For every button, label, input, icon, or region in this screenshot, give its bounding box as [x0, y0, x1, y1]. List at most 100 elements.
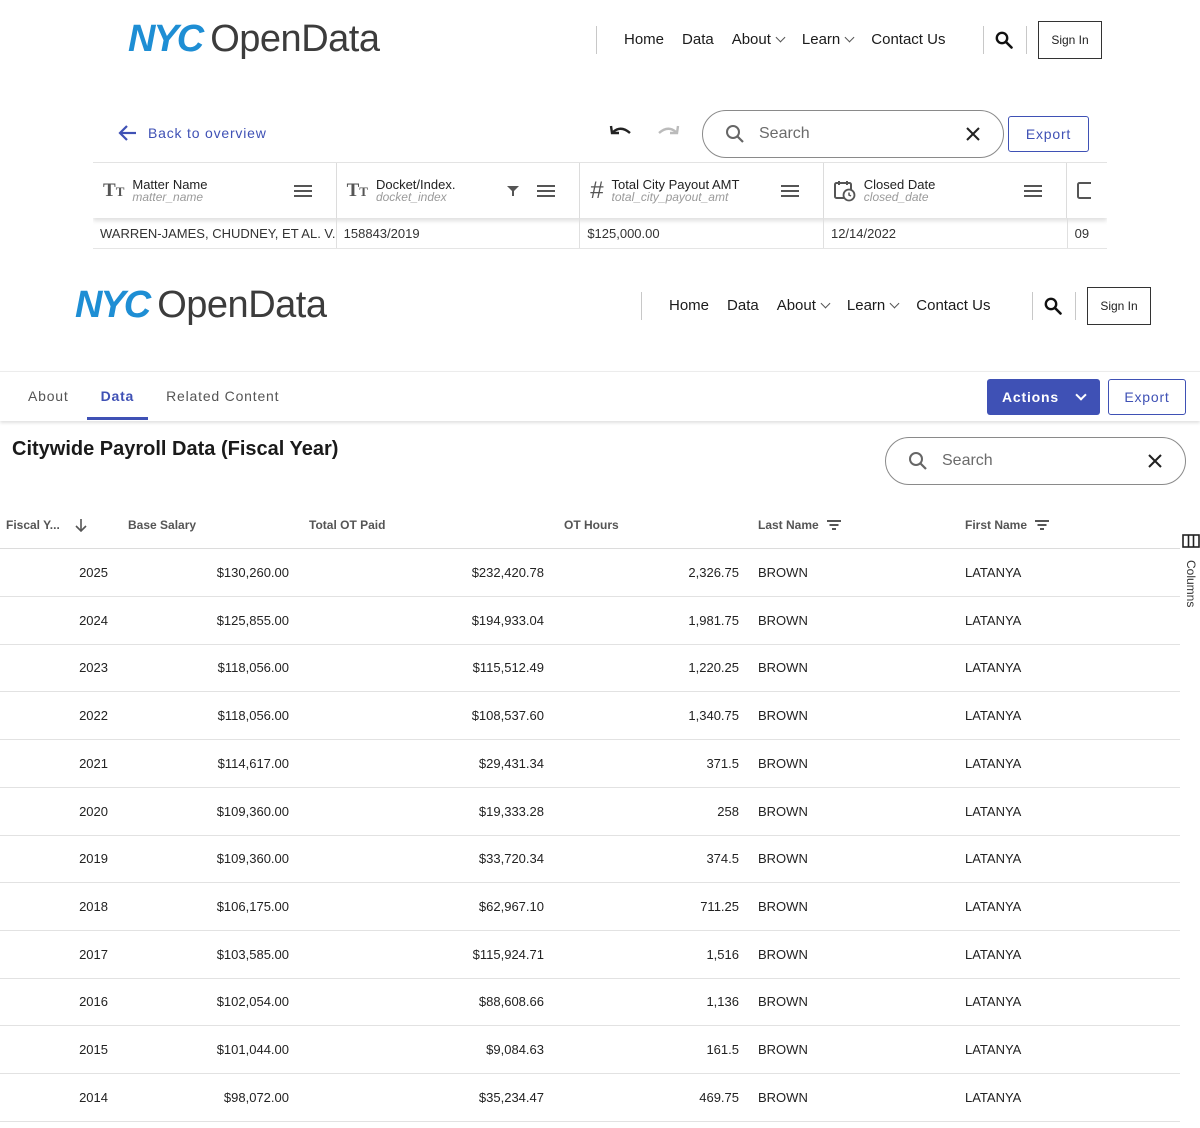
- chevron-down-icon: [775, 32, 786, 43]
- cell-base-salary: $118,056.00: [217, 660, 289, 676]
- actions-button[interactable]: Actions: [987, 379, 1100, 415]
- table-row[interactable]: 2017 $103,585.00 $115,924.71 1,516 BROWN LATA…: [0, 931, 1180, 979]
- filter-icon[interactable]: [826, 520, 841, 530]
- tab-about[interactable]: About: [12, 372, 85, 420]
- logo-nyc-text: NYC: [128, 18, 204, 60]
- column-header-partial[interactable]: [1067, 163, 1107, 218]
- tab-data[interactable]: Data: [85, 372, 151, 420]
- table-row[interactable]: 2019 $109,360.00 $33,720.34 374.5 BROWN LATAN…: [0, 835, 1180, 884]
- menu-icon[interactable]: [780, 184, 799, 197]
- cell-first-name: LATANYA: [965, 803, 1022, 819]
- nav-contact[interactable]: Contact Us: [916, 297, 990, 314]
- column-header-ot-hours[interactable]: OT Hours: [564, 518, 619, 532]
- nav-about[interactable]: About: [777, 297, 831, 314]
- filter-icon[interactable]: [1035, 520, 1050, 530]
- cell-base-salary: $130,260.00: [216, 565, 289, 580]
- header-label: Fiscal Y...: [6, 518, 60, 532]
- column-header-first-name[interactable]: First Name: [965, 518, 1050, 532]
- tab-related-content[interactable]: Related Content: [150, 372, 295, 420]
- cell-fiscal-year: 2023: [79, 660, 108, 676]
- cell-base-salary: $101,044.00: [216, 1042, 289, 1057]
- redo-icon[interactable]: [656, 123, 680, 141]
- close-icon[interactable]: [1147, 453, 1163, 469]
- column-header-total-ot-paid[interactable]: Total OT Paid: [309, 518, 385, 532]
- export-button-top[interactable]: Export: [1008, 116, 1089, 152]
- column-header-fiscal-year[interactable]: Fiscal Y...: [6, 518, 88, 532]
- cell-fiscal-year: 2018: [79, 898, 108, 914]
- cell-fiscal-year: 2019: [79, 851, 108, 867]
- nav-about[interactable]: About: [732, 31, 786, 48]
- nav-contact[interactable]: Contact Us: [871, 31, 945, 48]
- column-header-base-salary[interactable]: Base Salary: [128, 518, 196, 532]
- table-row[interactable]: 2025 $130,260.00 $232,420.78 2,326.75 BROWN L…: [0, 549, 1180, 597]
- search-input-top[interactable]: Search: [759, 125, 965, 143]
- cell-last-name: BROWN: [758, 898, 808, 914]
- table-row[interactable]: 2014 $98,072.00 $35,234.47 469.75 BROWN LATAN…: [0, 1074, 1180, 1122]
- back-to-overview-link[interactable]: Back to overview: [118, 124, 267, 142]
- columns-panel-toggle[interactable]: Columns: [1182, 534, 1200, 614]
- table-row[interactable]: 2024 $125,855.00 $194,933.04 1,981.75 BROWN L…: [0, 597, 1180, 645]
- table-row[interactable]: 2021 $114,617.00 $29,431.34 371.5 BROWN LATAN…: [0, 740, 1180, 788]
- menu-icon[interactable]: [293, 184, 312, 197]
- cell-first-name: LATANYA: [965, 612, 1022, 628]
- cell-first-name: LATANYA: [965, 1089, 1022, 1105]
- table-row[interactable]: 2022 $118,056.00 $108,537.60 1,340.75 BROWN L…: [0, 692, 1180, 741]
- menu-icon[interactable]: [537, 184, 556, 197]
- cell-fiscal-year: 2014: [79, 1089, 108, 1105]
- column-header-docket[interactable]: TT Docket/Index. docket_index: [337, 163, 581, 218]
- cell-last-name: BROWN: [758, 803, 808, 819]
- column-header-last-name[interactable]: Last Name: [758, 518, 841, 532]
- table-row[interactable]: 2015 $101,044.00 $9,084.63 161.5 BROWN LATANY…: [0, 1026, 1180, 1074]
- cell-ot-hours: 1,340.75: [688, 708, 739, 724]
- nyc-opendata-logo[interactable]: NYC OpenData: [128, 18, 380, 61]
- top-data-grid: TT Matter Name matter_name TT Docket/Inde…: [93, 162, 1107, 249]
- export-button[interactable]: Export: [1108, 379, 1186, 415]
- calendar-clock-icon: [1077, 181, 1092, 199]
- cell-total-ot-paid: $29,431.34: [478, 755, 544, 771]
- nyc-opendata-logo[interactable]: NYC OpenData: [75, 284, 327, 327]
- dataset-search-input[interactable]: Search: [942, 452, 1147, 470]
- column-header-total-payout[interactable]: # Total City Payout AMT total_city_payout…: [580, 163, 824, 218]
- menu-icon[interactable]: [1024, 184, 1043, 197]
- column-header-closed-date[interactable]: Closed Date closed_date: [824, 163, 1068, 218]
- column-field: docket_index: [375, 190, 447, 204]
- cell-total-ot-paid: $88,608.66: [478, 994, 544, 1010]
- undo-icon[interactable]: [609, 123, 633, 141]
- nav-data[interactable]: Data: [727, 297, 759, 314]
- cell-last-name: BROWN: [758, 708, 808, 724]
- search-icon: [909, 452, 927, 470]
- nav-divider: [596, 26, 597, 54]
- cell-total-ot-paid: $115,924.71: [472, 946, 544, 962]
- nav-divider: [983, 26, 984, 54]
- dataset-search-box[interactable]: Search: [885, 437, 1186, 485]
- close-icon[interactable]: [965, 126, 981, 142]
- table-row[interactable]: 2018 $106,175.00 $62,967.10 711.25 BROWN LATA…: [0, 883, 1180, 931]
- nav-learn[interactable]: Learn: [802, 31, 855, 48]
- cell-fiscal-year: 2024: [79, 612, 108, 628]
- nav-home[interactable]: Home: [669, 297, 709, 314]
- search-box-top[interactable]: Search: [702, 110, 1004, 158]
- table-row[interactable]: 2023 $118,056.00 $115,512.49 1,220.25 BROWN L…: [0, 644, 1180, 693]
- nav-data[interactable]: Data: [682, 31, 714, 48]
- cell-base-salary: $103,585.00: [216, 946, 289, 962]
- sort-descending-icon[interactable]: [74, 518, 88, 532]
- column-header-matter-name[interactable]: TT Matter Name matter_name: [93, 163, 337, 218]
- nav-learn-label: Learn: [846, 297, 886, 314]
- nav-home[interactable]: Home: [624, 31, 664, 48]
- cell-base-salary: $109,360.00: [216, 851, 289, 867]
- filter-funnel-icon[interactable]: [507, 185, 520, 197]
- table-row[interactable]: WARREN-JAMES, CHUDNEY, ET AL. V... 15884…: [93, 218, 1107, 249]
- search-icon[interactable]: [1044, 297, 1062, 315]
- cell-ot-hours: 2,326.75: [688, 565, 739, 580]
- main-nav: Home Data About Learn Contact Us: [624, 31, 963, 48]
- logo-opendata-text: OpenData: [210, 18, 380, 60]
- nav-learn[interactable]: Learn: [846, 297, 900, 314]
- search-icon[interactable]: [995, 31, 1013, 49]
- table-row[interactable]: 2020 $109,360.00 $19,333.28 258 BROWN LATANYA: [0, 788, 1180, 836]
- sign-in-button[interactable]: Sign In: [1087, 287, 1151, 325]
- chevron-down-icon: [844, 32, 855, 43]
- sign-in-button[interactable]: Sign In: [1038, 21, 1102, 59]
- header-label: Total OT Paid: [309, 518, 386, 532]
- cell-ot-hours: 374.5: [706, 851, 739, 867]
- table-row[interactable]: 2016 $102,054.00 $88,608.66 1,136 BROWN LATAN…: [0, 978, 1180, 1027]
